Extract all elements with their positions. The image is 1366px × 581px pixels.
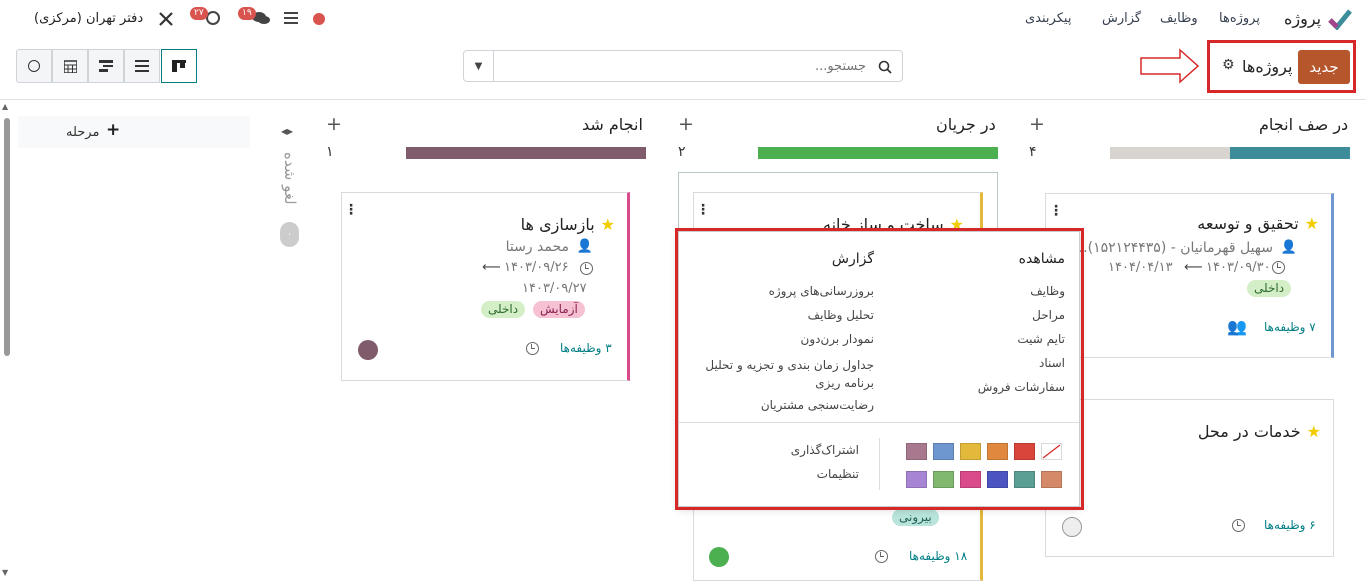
favorite-star-icon[interactable]: ★ bbox=[1305, 214, 1319, 233]
search-options-toggle[interactable]: ▼ bbox=[464, 51, 494, 81]
clock-icon bbox=[28, 60, 40, 72]
favorite-star-icon[interactable]: ★ bbox=[1307, 422, 1321, 441]
favorite-star-icon[interactable]: ★ bbox=[601, 215, 615, 234]
scroll-up-icon[interactable]: ▲ bbox=[2, 102, 8, 111]
card-customer: سهیل قهرمانیان - (۱۵۲۱۲۴۴۳۵)... bbox=[1074, 240, 1273, 256]
progress-bar-done[interactable] bbox=[406, 147, 646, 159]
card-menu-icon[interactable]: ⋮ bbox=[1049, 204, 1063, 218]
card-title: تحقیق و توسعه bbox=[1197, 214, 1299, 233]
tag-internal: داخلی bbox=[481, 301, 526, 318]
activity-clock-icon[interactable] bbox=[526, 342, 539, 355]
quick-create-done[interactable]: + bbox=[326, 115, 342, 134]
scroll-down-icon[interactable]: ▼ bbox=[2, 568, 8, 577]
date-clock-icon bbox=[580, 262, 593, 275]
project-app-icon[interactable] bbox=[1328, 8, 1352, 30]
arrow-right-icon: ⟵ bbox=[482, 260, 501, 275]
quick-create-queue[interactable]: + bbox=[1029, 115, 1045, 134]
menu-projects[interactable]: پروژه‌ها bbox=[1219, 11, 1260, 26]
add-stage-button[interactable]: مرحله bbox=[66, 125, 99, 140]
arrow-right-icon: ⟵ bbox=[1184, 260, 1203, 275]
menu-report[interactable]: گزارش bbox=[1102, 11, 1141, 26]
progress-bar-queue-other[interactable] bbox=[1110, 147, 1230, 159]
card-customer: محمد رستا bbox=[505, 239, 569, 255]
search-input[interactable] bbox=[496, 53, 866, 79]
activity-badge: ۲۷ bbox=[190, 7, 208, 20]
column-title-done[interactable]: انجام شد bbox=[582, 115, 643, 134]
card-title: بازسازی ها bbox=[520, 215, 595, 234]
kanban-view-button[interactable] bbox=[161, 49, 197, 83]
date-end: ۱۴۰۳/۰۹/۲۷ bbox=[522, 281, 587, 296]
tools-icon[interactable] bbox=[158, 11, 174, 27]
gantt-icon bbox=[99, 60, 113, 72]
company-switcher[interactable]: دفتر تهران (مرکزی) bbox=[34, 11, 143, 26]
scrollbar-thumb[interactable] bbox=[4, 118, 10, 356]
list-view-icon bbox=[135, 60, 149, 72]
list-icon[interactable] bbox=[284, 12, 298, 24]
messages-badge: ۱۹ bbox=[238, 7, 256, 20]
column-title-in-progress[interactable]: در جریان bbox=[936, 115, 996, 134]
project-card-onsite[interactable]: ★ خدمات در محل ۶ وظیفه‌ها bbox=[1045, 399, 1334, 557]
tasks-count-link[interactable]: ۱۸ وظیفه‌ها bbox=[909, 549, 967, 563]
column-count-queue: ۴ bbox=[1029, 144, 1037, 160]
tasks-count-link[interactable]: ۶ وظیفه‌ها bbox=[1264, 518, 1316, 532]
date-start: ۱۴۰۳/۰۹/۲۶ bbox=[504, 260, 569, 275]
app-name[interactable]: پروژه bbox=[1284, 9, 1321, 28]
arrow-annotation-icon bbox=[1140, 48, 1200, 84]
calendar-view-button[interactable] bbox=[52, 49, 88, 83]
project-card-research[interactable]: ⋮ ★ تحقیق و توسعه 👤 سهیل قهرمانیان - (۱۵۲… bbox=[1045, 193, 1334, 358]
activity-view-button[interactable] bbox=[16, 49, 52, 83]
activity-clock-icon[interactable] bbox=[875, 550, 888, 563]
list-view-button[interactable] bbox=[124, 49, 160, 83]
card-menu-icon[interactable]: ⋮ bbox=[696, 203, 710, 217]
popup-highlight-box bbox=[675, 228, 1084, 510]
tag-internal: داخلی bbox=[1247, 280, 1292, 297]
progress-bar-in-progress[interactable] bbox=[758, 147, 998, 159]
kanban-icon bbox=[172, 60, 186, 72]
card-menu-icon[interactable]: ⋮ bbox=[344, 203, 358, 217]
column-count-in-progress: ۲ bbox=[678, 144, 686, 160]
date-clock-icon bbox=[1272, 261, 1285, 274]
menu-configuration[interactable]: پیکربندی bbox=[1025, 11, 1071, 26]
person-icon: 👤 bbox=[576, 239, 593, 254]
column-count-done: ۱ bbox=[326, 144, 334, 160]
add-stage-plus-icon[interactable]: + bbox=[106, 120, 120, 140]
tasks-count-link[interactable]: ۳ وظیفه‌ها bbox=[560, 341, 612, 355]
avatar[interactable] bbox=[358, 340, 378, 360]
activity-clock-icon[interactable] bbox=[1232, 519, 1245, 532]
tag-test: آزمایش bbox=[533, 301, 585, 318]
add-stage-area[interactable] bbox=[18, 116, 250, 148]
tasks-count-link[interactable]: ۷ وظیفه‌ها bbox=[1264, 320, 1316, 334]
project-card-renovation[interactable]: ⋮ ★ بازسازی ها 👤 محمد رستا ۱۴۰۳/۰۹/۲۶ ⟵ ۱… bbox=[341, 192, 630, 381]
date-start: ۱۴۰۳/۰۹/۳۰ bbox=[1206, 260, 1271, 275]
folded-column-count: ۰ bbox=[280, 222, 299, 247]
unfold-column-icon[interactable]: ◂▸ bbox=[281, 124, 293, 138]
gantt-view-button[interactable] bbox=[88, 49, 124, 83]
folded-column-title[interactable]: لغو شده bbox=[281, 152, 299, 205]
followers-icon[interactable]: 👥 bbox=[1227, 317, 1247, 336]
quick-create-in-progress[interactable]: + bbox=[678, 115, 694, 134]
menu-tasks[interactable]: وظایف bbox=[1160, 11, 1198, 26]
person-icon: 👤 bbox=[1280, 240, 1297, 255]
search-bar: ▼ bbox=[463, 50, 903, 82]
date-end: ۱۴۰۴/۰۴/۱۳ bbox=[1108, 260, 1173, 275]
calendar-icon bbox=[63, 59, 77, 73]
highlight-box bbox=[1207, 40, 1356, 93]
progress-bar-queue-ontrack[interactable] bbox=[1230, 147, 1350, 159]
top-navbar: پروژه پروژه‌ها وظایف گزارش پیکربندی ۱۹ ۲… bbox=[0, 0, 1366, 38]
activity-clock-icon[interactable] bbox=[206, 11, 220, 25]
avatar[interactable] bbox=[1062, 517, 1082, 537]
column-title-queue[interactable]: در صف انجام bbox=[1259, 115, 1348, 134]
status-dot-icon[interactable] bbox=[313, 13, 325, 25]
status-dot[interactable] bbox=[709, 547, 729, 567]
card-title: خدمات در محل bbox=[1197, 422, 1301, 441]
tag-external: بیرونی bbox=[892, 509, 939, 526]
search-icon[interactable] bbox=[878, 60, 892, 74]
